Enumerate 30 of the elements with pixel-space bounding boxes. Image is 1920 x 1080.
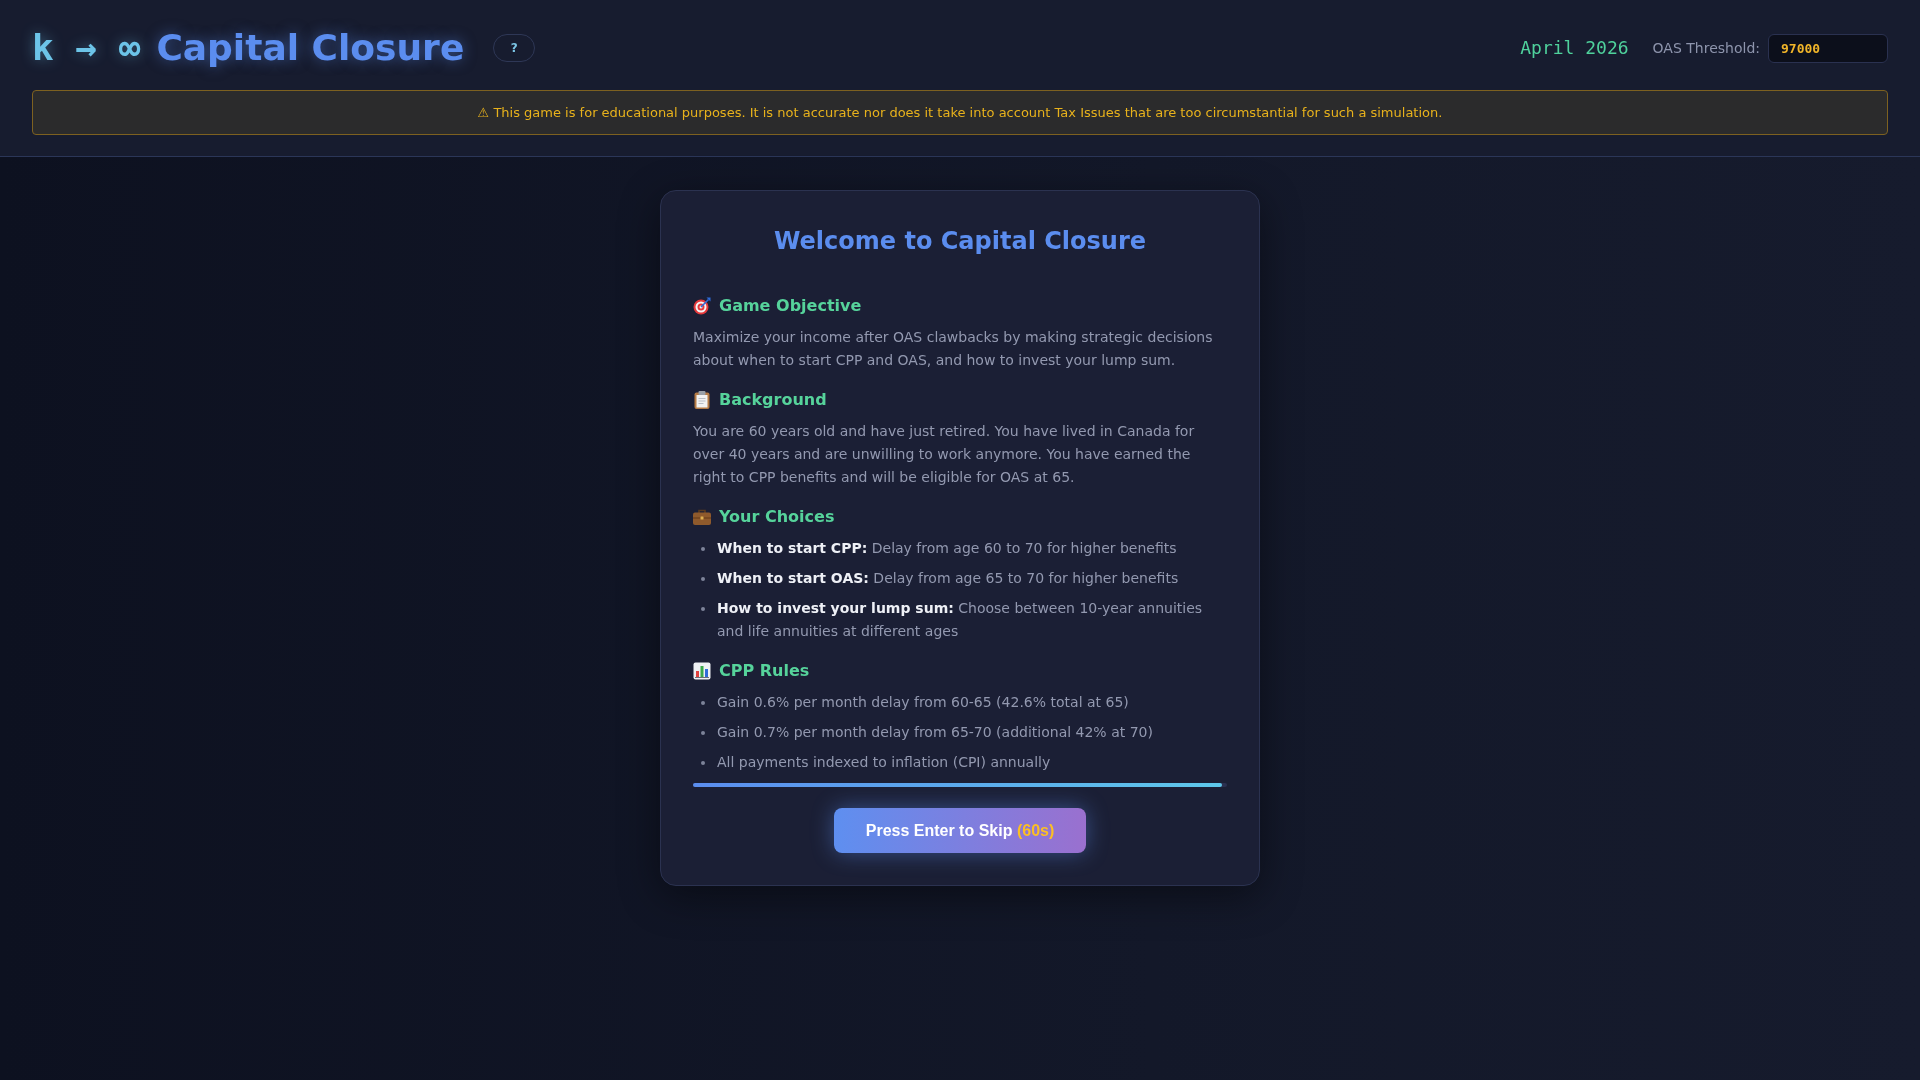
section-heading: Background: [719, 389, 827, 411]
list-item-text: Gain 0.6% per month delay from 60-65 (42.6% total at 65): [717, 693, 1129, 712]
bullet-icon: [701, 700, 705, 705]
bullet-icon: [701, 546, 705, 551]
list-item-text: When to start OAS: Delay from age 65 to 70 for higher benefits: [717, 569, 1179, 588]
list-item-text: All payments indexed to inflation (CPI) annually: [717, 753, 1051, 772]
bullet-icon: [701, 760, 705, 765]
list-item-text: Gain 0.7% per month delay from 65-70 (additional 42% at 70): [717, 723, 1153, 742]
bullet-icon: [701, 606, 705, 611]
dialog-title: Welcome to Capital Closure: [772, 226, 1148, 257]
briefcase-icon: [693, 509, 711, 525]
section-paragraph: You are 60 years old and have just retired. You have lived in Canada for over 40 years and are unwilling to work anymore. You have earned the right to CPP benefits and will be eligible for OAS at 65.: [693, 422, 1196, 487]
threshold-label: OAS Threshold:: [1652, 38, 1760, 58]
section-heading: Game Objective: [719, 295, 862, 317]
target-icon: [693, 297, 711, 315]
app-title: Capital Closure: [156, 26, 465, 70]
bullet-icon: [701, 576, 705, 581]
list-item-text: When to start CPP: Delay from age 60 to 70 for higher benefits: [717, 539, 1177, 558]
bullet-icon: [701, 730, 705, 735]
bar-chart-icon: [693, 662, 711, 680]
current-date: April 2026: [1520, 36, 1629, 60]
clipboard-icon: [693, 391, 711, 409]
section-paragraph: Maximize your income after OAS clawbacks by making strategic decisions about when to start CPP and OAS, and how to invest your lump sum.: [693, 328, 1214, 370]
logo-text: k → ∞: [32, 26, 141, 70]
threshold-input[interactable]: 97000: [1768, 33, 1888, 63]
list-item-text: How to invest your lump sum: Choose between 10-year annuities and life annuities at different ages: [717, 599, 1204, 641]
section-heading: CPP Rules: [719, 660, 810, 682]
skip-button[interactable]: Press Enter to Skip (60s): [833, 808, 1087, 853]
disclaimer-text: ⚠ This game is for educational purposes. It is not accurate nor does it take into account Tax Issues that are too circumstantial for such a simulation.: [477, 104, 1443, 121]
section-heading: Your Choices: [719, 506, 835, 528]
